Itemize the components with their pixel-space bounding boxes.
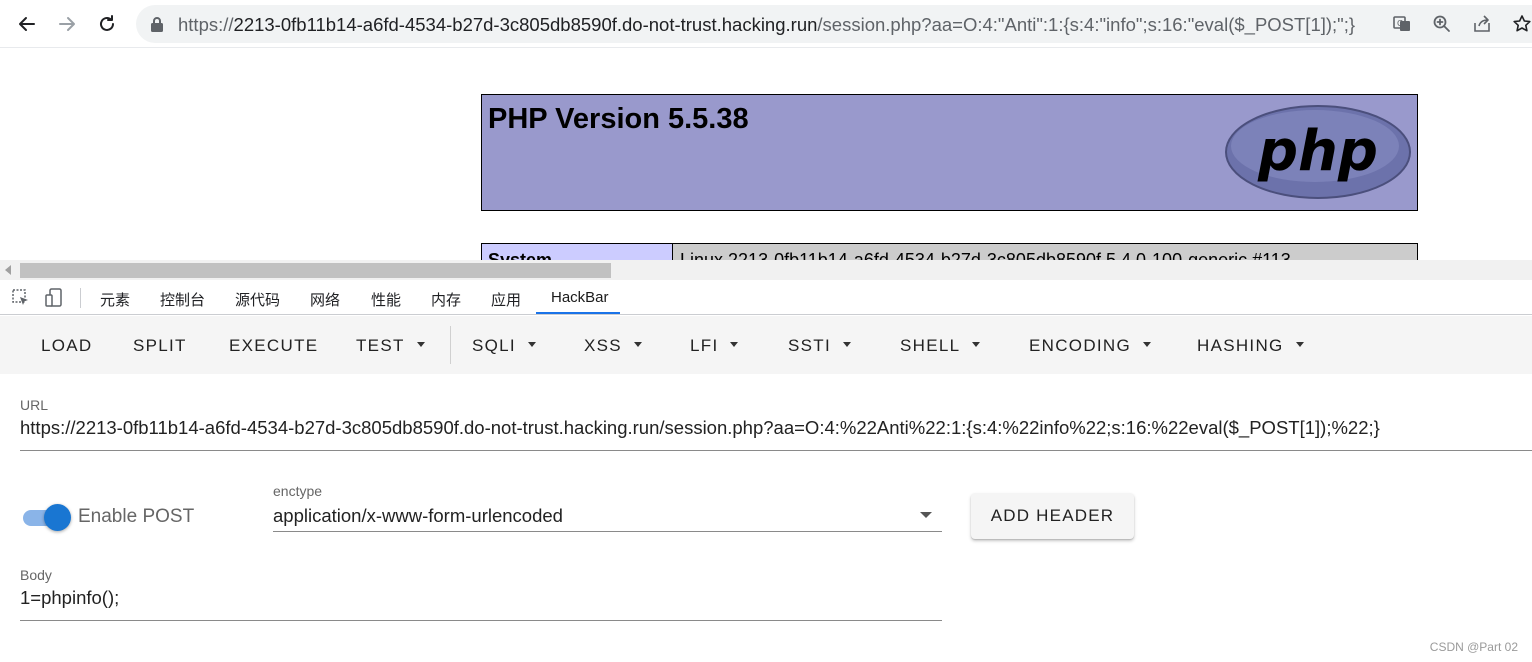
- body-field[interactable]: 1=phpinfo();: [20, 587, 119, 609]
- tab-network[interactable]: 网络: [310, 289, 340, 310]
- ssti-dropdown[interactable]: SSTI: [788, 336, 851, 356]
- phpinfo-row-key: System: [482, 244, 673, 260]
- xss-dropdown[interactable]: XSS: [584, 336, 642, 356]
- page-viewport: PHP Version 5.5.38 php System Linux 2213…: [0, 48, 1532, 260]
- device-toggle-icon[interactable]: [44, 288, 64, 308]
- hackbar-toolbar: LOAD SPLIT EXECUTE TEST SQLI XSS LFI SST…: [0, 316, 1532, 374]
- caret-down-icon: [1295, 342, 1304, 348]
- test-label: TEST: [356, 336, 405, 355]
- execute-button[interactable]: EXECUTE: [229, 336, 318, 356]
- scrollbar-thumb[interactable]: [20, 263, 611, 278]
- url-field[interactable]: https://2213-0fb11b14-a6fd-4534-b27d-3c8…: [20, 417, 1380, 439]
- url-field-label: URL: [20, 397, 49, 413]
- sqli-dropdown[interactable]: SQLI: [472, 336, 536, 356]
- phpinfo-key-text: System: [488, 250, 553, 260]
- split-button[interactable]: SPLIT: [133, 336, 187, 356]
- enctype-underline: [273, 531, 942, 532]
- translate-icon[interactable]: G: [1392, 14, 1412, 34]
- caret-down-icon: [633, 342, 642, 348]
- php-logo-text: php: [1257, 119, 1378, 184]
- caret-down-icon: [527, 342, 536, 348]
- watermark: CSDN @Part 02: [1429, 640, 1518, 654]
- star-icon[interactable]: [1512, 14, 1532, 34]
- lfi-label: LFI: [690, 336, 719, 355]
- test-dropdown[interactable]: TEST: [356, 336, 425, 356]
- tab-application[interactable]: 应用: [491, 289, 521, 310]
- svg-text:G: G: [1397, 19, 1403, 28]
- php-version-title: PHP Version 5.5.38: [488, 103, 749, 135]
- caret-down-icon: [1143, 342, 1152, 348]
- load-button[interactable]: LOAD: [41, 336, 93, 356]
- caret-down-icon: [416, 342, 425, 348]
- chevron-down-icon[interactable]: [920, 512, 932, 518]
- phpinfo-value-text: Linux 2213-0fb11b14-a6fd-4534-b27d-3c805…: [680, 250, 1291, 260]
- phpinfo-header: PHP Version 5.5.38 php: [481, 94, 1418, 211]
- url-path: /session.php?aa=O:4:"Anti":1:{s:4:"info"…: [817, 14, 1356, 35]
- address-bar[interactable]: https://2213-0fb11b14-a6fd-4534-b27d-3c8…: [136, 5, 1532, 43]
- sqli-label: SQLI: [472, 336, 516, 355]
- caret-down-icon: [843, 342, 851, 348]
- lock-icon[interactable]: [150, 16, 164, 32]
- tab-console[interactable]: 控制台: [160, 289, 205, 310]
- hashing-dropdown[interactable]: HASHING: [1197, 336, 1304, 356]
- back-icon[interactable]: [11, 8, 43, 40]
- enable-post-toggle-knob[interactable]: [44, 504, 71, 531]
- reload-icon[interactable]: [91, 8, 123, 40]
- zoom-icon[interactable]: [1432, 14, 1452, 34]
- devtools-tabbar: 元素 控制台 源代码 网络 性能 内存 应用 HackBar: [0, 280, 1532, 315]
- address-url[interactable]: https://2213-0fb11b14-a6fd-4534-b27d-3c8…: [178, 14, 1355, 36]
- enable-post-label: Enable POST: [78, 506, 195, 527]
- shell-label: SHELL: [900, 336, 961, 355]
- devtools-separator: [80, 288, 81, 308]
- inspect-element-icon[interactable]: [11, 288, 31, 308]
- browser-toolbar: https://2213-0fb11b14-a6fd-4534-b27d-3c8…: [0, 0, 1532, 48]
- forward-icon[interactable]: [51, 8, 83, 40]
- php-logo[interactable]: php: [1225, 104, 1411, 200]
- toolbar-separator: [450, 326, 451, 364]
- tab-performance[interactable]: 性能: [371, 289, 401, 310]
- lfi-dropdown[interactable]: LFI: [690, 336, 739, 356]
- url-field-underline: [20, 450, 1532, 451]
- caret-down-icon: [972, 342, 981, 348]
- url-host: 2213-0fb11b14-a6fd-4534-b27d-3c805db8590…: [233, 14, 818, 35]
- add-header-button[interactable]: ADD HEADER: [971, 493, 1134, 539]
- enctype-label: enctype: [273, 483, 323, 499]
- tab-sources[interactable]: 源代码: [235, 289, 280, 310]
- tab-memory[interactable]: 内存: [431, 289, 461, 310]
- tab-elements[interactable]: 元素: [100, 289, 130, 310]
- shell-dropdown[interactable]: SHELL: [900, 336, 981, 356]
- encoding-label: ENCODING: [1029, 336, 1132, 355]
- hashing-label: HASHING: [1197, 336, 1284, 355]
- active-tab-indicator: [536, 312, 620, 314]
- body-field-label: Body: [20, 567, 52, 583]
- tab-hackbar[interactable]: HackBar: [551, 289, 609, 306]
- horizontal-scrollbar[interactable]: [0, 260, 1532, 280]
- xss-label: XSS: [584, 336, 622, 355]
- encoding-dropdown[interactable]: ENCODING: [1029, 336, 1152, 356]
- body-field-underline: [20, 620, 942, 621]
- scroll-left-icon[interactable]: [5, 265, 11, 275]
- caret-down-icon: [730, 342, 739, 348]
- url-scheme: https://: [178, 14, 234, 35]
- ssti-label: SSTI: [788, 336, 831, 355]
- share-icon[interactable]: [1472, 14, 1492, 34]
- phpinfo-row: System Linux 2213-0fb11b14-a6fd-4534-b27…: [481, 243, 1418, 260]
- enctype-select[interactable]: application/x-www-form-urlencoded: [273, 505, 563, 527]
